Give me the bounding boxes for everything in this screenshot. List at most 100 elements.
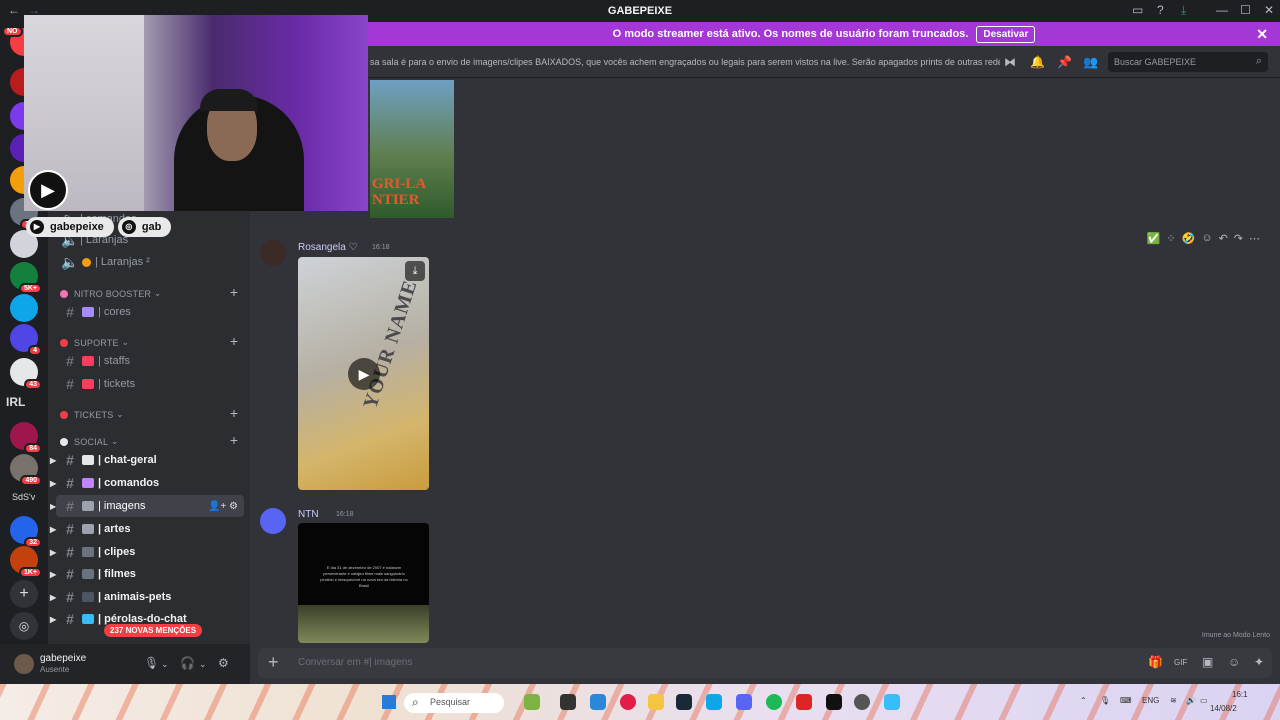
category-suporte[interactable]: SUPORTE ⌄ [60,337,129,348]
steam-icon[interactable] [676,694,692,710]
category-nitro-booster[interactable]: NITRO BOOSTER ⌄ [60,288,162,299]
headphones-icon[interactable]: 🎧 [180,656,195,670]
channel-chat-geral[interactable]: ▶ # | chat-geral [50,449,244,471]
clock-time[interactable]: 16:1 [1232,690,1248,699]
server-icon[interactable] [10,294,38,322]
server-icon[interactable]: 1K+ [10,546,42,578]
explore-icon[interactable]: ◎ [10,612,38,640]
discord-icon[interactable] [736,694,752,710]
video-attachment[interactable]: E dia 31 de dezembro de 2007 e natanzin … [298,523,429,643]
message-author[interactable]: Rosangela ♡ [298,242,358,253]
tray-mic-icon[interactable]: 🎙 [1100,696,1110,705]
channel-staffs[interactable]: # | staffs [56,350,244,372]
emoji-reaction-icon[interactable]: 🤣 [1182,232,1196,250]
channel-topic[interactable]: sa sala é para o envio de imagens/clipes… [370,57,1000,67]
play-icon[interactable]: ▶ [348,358,380,390]
widgets-icon[interactable] [524,694,540,710]
microphone-icon[interactable]: 🎙 [144,656,159,670]
close-window-button[interactable]: ✕ [1264,3,1274,17]
previous-image-attachment[interactable]: GRI-LA NTIER [370,80,454,218]
video-attachment[interactable]: YOUR NAME ▶ ⤓ [298,257,429,490]
avatar[interactable] [260,240,286,266]
search-input[interactable]: Buscar GABEPEIXE ⌕ [1108,52,1268,72]
channel-filmes[interactable]: ▶ # | filmes [50,563,244,585]
server-icon[interactable]: 84 [10,422,42,454]
app-icon[interactable] [706,694,722,710]
channel-artes[interactable]: ▶ # | artes [50,518,244,540]
settings-gear-icon[interactable]: ⚙ [218,656,229,670]
tray-volume-icon[interactable]: 🔊 [1186,696,1196,705]
tray-keyboard-icon[interactable]: ⌨ [1120,696,1132,705]
maximize-button[interactable]: ☐ [1240,3,1251,17]
members-icon[interactable]: 👥 [1083,55,1098,69]
server-label-sds[interactable]: SdS'v [12,492,35,502]
help-icon[interactable]: ? [1157,3,1164,17]
app-icon[interactable] [854,694,870,710]
copilot-icon[interactable] [590,694,606,710]
clock-date[interactable]: 14/08/2 [1210,704,1237,713]
threads-icon[interactable]: ⧓ [1004,55,1016,69]
voice-channel-laranjas-2[interactable]: 🔈 | Laranjas ² [56,251,244,273]
channel-settings-icon[interactable]: 👤+ ⚙ [208,501,238,512]
channel-cores[interactable]: # | cores [56,301,244,323]
create-channel-icon[interactable]: + [230,405,238,421]
channel-animais-pets[interactable]: ▶ # | animais-pets [50,586,244,608]
opera-icon[interactable] [620,694,636,710]
server-icon[interactable]: 4 [10,324,42,356]
create-channel-icon[interactable]: + [230,333,238,349]
server-label-irl[interactable]: IRL [6,395,25,409]
download-icon[interactable]: ⤓ [405,261,425,281]
add-reaction-icon[interactable]: ☺ [1201,232,1212,250]
channel-tickets[interactable]: # | tickets [56,373,244,395]
server-icon[interactable]: 5K+ [10,262,42,294]
app-icon[interactable] [826,694,842,710]
pin-icon[interactable]: 📌 [1057,55,1072,69]
windows-start-icon[interactable] [382,695,396,709]
more-options-icon[interactable]: ⋯ [1249,232,1260,250]
bell-icon[interactable]: 🔔 [1030,55,1045,69]
channel-imagens[interactable]: ▶ # | imagens 👤+ ⚙ [50,495,244,517]
server-icon[interactable]: 490 [10,454,42,486]
category-social[interactable]: SOCIAL ⌄ [60,436,119,447]
language-indicator[interactable]: ENG [1142,696,1159,705]
server-icon[interactable]: 32 [10,516,42,548]
add-server-icon[interactable]: + [10,580,38,608]
gift-icon[interactable]: 🎁 [1148,655,1163,669]
message-input[interactable]: + Conversar em #| imagens 🎁 GIF ▣ ☺ ✦ [258,648,1272,678]
avatar[interactable] [260,508,286,534]
server-icon[interactable]: 43 [10,358,42,390]
attach-plus-icon[interactable]: + [268,652,279,673]
tray-battery-icon[interactable]: ▭ [1200,696,1208,705]
spotify-icon[interactable] [766,694,782,710]
reply-icon[interactable]: ↶ [1219,232,1228,250]
disable-streamer-button[interactable]: Desativar [976,25,1036,43]
category-tickets[interactable]: TICKETS ⌄ [60,409,124,420]
dots-reaction-icon[interactable]: ⁘ [1166,232,1175,250]
avatar[interactable] [14,654,34,674]
minimize-button[interactable]: — [1216,3,1228,17]
banner-close-icon[interactable]: ✕ [1256,26,1268,43]
create-channel-icon[interactable]: + [230,432,238,448]
download-icon[interactable]: ⤓ [1181,3,1186,18]
taskbar-search[interactable]: ⌕ Pesquisar [404,693,504,713]
tray-chevron-icon[interactable]: ⌃ [1080,696,1087,705]
explorer-icon[interactable] [648,694,664,710]
emoji-icon[interactable]: ☺ [1228,655,1240,669]
apps-icon[interactable]: ✦ [1254,655,1264,669]
channel-clipes[interactable]: ▶ # | clipes [50,541,244,563]
obs-icon[interactable] [796,694,812,710]
gif-icon[interactable]: GIF [1174,658,1187,667]
sticker-icon[interactable]: ▣ [1202,655,1213,669]
new-mentions-badge[interactable]: 237 NOVAS MENÇÕES [104,624,203,637]
create-channel-icon[interactable]: + [230,284,238,300]
app-icon[interactable] [884,694,900,710]
message-author[interactable]: NTN [298,509,319,520]
task-view-icon[interactable] [560,694,576,710]
tray-wifi-icon[interactable]: ≋ [1170,696,1177,705]
inbox-icon[interactable]: ▭ [1132,3,1143,17]
chevron-down-icon[interactable]: ⌄ [161,659,169,670]
chevron-down-icon[interactable]: ⌄ [199,659,207,670]
check-reaction-icon[interactable]: ✅ [1147,232,1161,250]
forward-icon[interactable]: ↷ [1234,232,1243,250]
channel-comandos[interactable]: ▶ # | comandos [50,472,244,494]
